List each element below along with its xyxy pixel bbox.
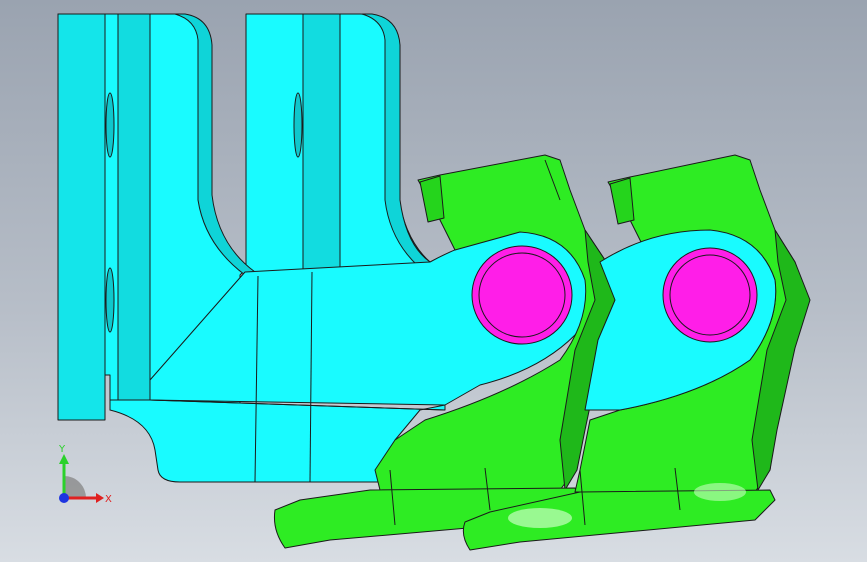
axis-triad: Y X <box>58 444 112 505</box>
triad-x-arrow <box>96 493 104 503</box>
green-clevis-right-highlight-2 <box>694 483 746 501</box>
cyan-left-plate-side <box>57 13 106 421</box>
cyan-slot-right <box>293 92 303 158</box>
magenta-pin-right[interactable] <box>662 247 758 343</box>
green-clevis-right-lug <box>609 177 635 225</box>
cyan-left-plate-face <box>117 13 151 401</box>
magenta-pin-left-inner <box>478 252 566 338</box>
cad-model-view[interactable] <box>0 0 867 562</box>
triad-z-origin <box>59 493 69 503</box>
triad-y-label: Y <box>58 444 66 455</box>
cyan-slot-bottom-left <box>105 267 115 333</box>
triad-y-arrow <box>59 454 69 464</box>
magenta-pin-left[interactable] <box>471 245 573 345</box>
green-clevis-right-highlight <box>508 508 572 528</box>
cyan-right-plate-face <box>302 13 341 273</box>
cyan-slot-top-left <box>105 92 115 158</box>
triad-x-label: X <box>105 494 112 505</box>
magenta-pin-right-inner <box>669 254 751 336</box>
green-clevis-left-lug <box>419 175 445 223</box>
cad-3d-viewport[interactable]: Y X <box>0 0 867 562</box>
